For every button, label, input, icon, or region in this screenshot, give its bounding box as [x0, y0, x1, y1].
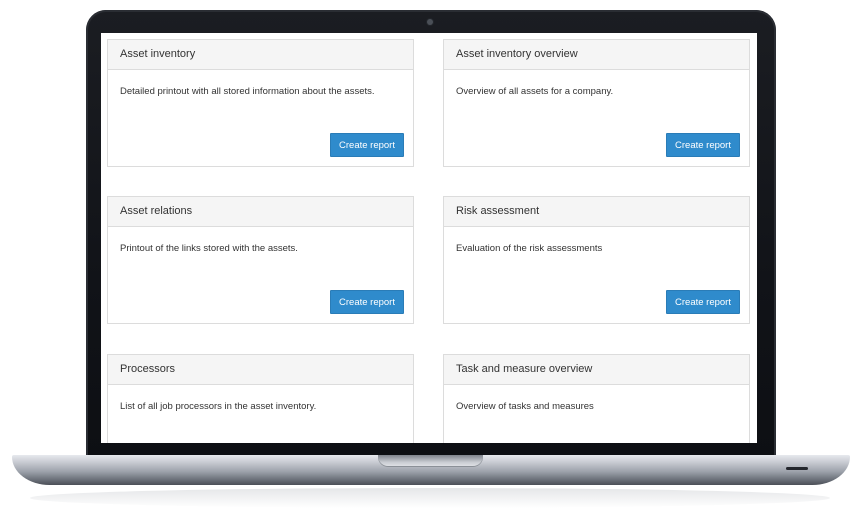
report-card-task-and-measure-overview: Task and measure overview Overview of ta… — [443, 354, 750, 443]
card-title: Processors — [108, 355, 413, 385]
report-card-asset-inventory-overview: Asset inventory overview Overview of all… — [443, 39, 750, 167]
create-report-button[interactable]: Create report — [666, 133, 740, 157]
report-card-risk-assessment: Risk assessment Evaluation of the risk a… — [443, 196, 750, 324]
laptop-opening-notch — [378, 455, 483, 467]
camera-icon — [427, 19, 433, 25]
card-title: Asset inventory overview — [444, 40, 749, 70]
create-report-button[interactable]: Create report — [330, 290, 404, 314]
laptop-reflection — [30, 488, 830, 508]
power-indicator — [786, 467, 808, 470]
card-description: Printout of the links stored with the as… — [120, 243, 298, 254]
laptop-screen: Asset inventory Detailed printout with a… — [101, 33, 757, 443]
card-title: Asset relations — [108, 197, 413, 227]
card-description: Overview of tasks and measures — [456, 401, 594, 412]
card-description: Detailed printout with all stored inform… — [120, 86, 375, 97]
card-title: Risk assessment — [444, 197, 749, 227]
card-description: Evaluation of the risk assessments — [456, 243, 603, 254]
report-card-processors: Processors List of all job processors in… — [107, 354, 414, 443]
card-description: Overview of all assets for a company. — [456, 86, 614, 97]
laptop-mockup: Asset inventory Detailed printout with a… — [0, 0, 853, 516]
report-card-asset-relations: Asset relations Printout of the links st… — [107, 196, 414, 324]
report-card-asset-inventory: Asset inventory Detailed printout with a… — [107, 39, 414, 167]
card-title: Task and measure overview — [444, 355, 749, 385]
create-report-button[interactable]: Create report — [330, 133, 404, 157]
card-title: Asset inventory — [108, 40, 413, 70]
create-report-button[interactable]: Create report — [666, 290, 740, 314]
card-description: List of all job processors in the asset … — [120, 401, 317, 412]
